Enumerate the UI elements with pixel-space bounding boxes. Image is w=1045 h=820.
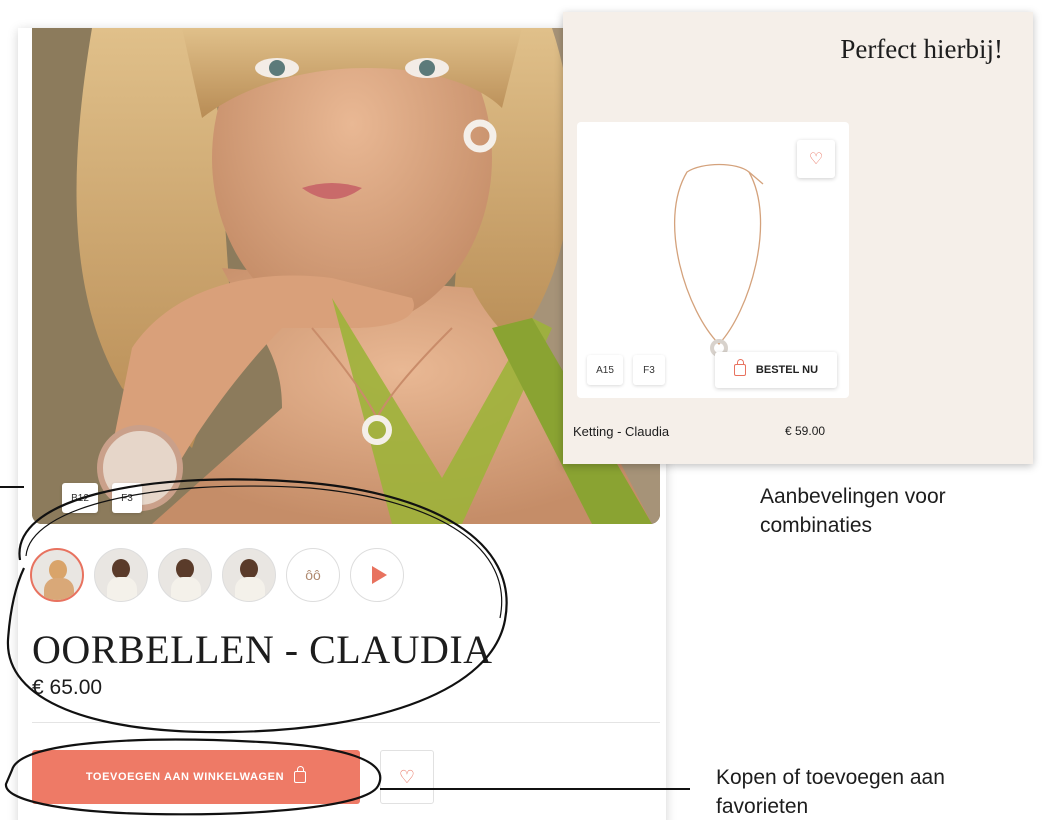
divider	[32, 722, 660, 723]
annotation-combinations: Aanbevelingen voor combinaties	[760, 485, 946, 537]
recommendation-product-price: € 59.00	[785, 424, 826, 438]
earring-icon: ôô	[305, 567, 321, 583]
thumbnail-model-4[interactable]	[222, 548, 276, 602]
thumbnail-model-3[interactable]	[158, 548, 212, 602]
add-to-cart-button[interactable]: TOEVOEGEN AAN WINKELWAGEN	[32, 750, 360, 804]
thumbnail-model-1[interactable]	[30, 548, 84, 602]
heart-icon: ♡	[808, 151, 824, 168]
thumbnail-earrings[interactable]: ôô	[286, 548, 340, 602]
recommendation-heading: Perfect hierbij!	[840, 34, 1003, 64]
play-icon	[371, 566, 387, 584]
product-price: € 65.00	[32, 676, 103, 699]
order-now-label: BESTEL NU	[755, 364, 819, 376]
product-title: OORBELLEN - CLAUDIA	[32, 627, 493, 672]
wishlist-button[interactable]: ♡	[380, 750, 434, 804]
thumbnail-video[interactable]	[350, 548, 404, 602]
location-tag: F3	[633, 355, 665, 385]
thumbnail-model-2[interactable]	[94, 548, 148, 602]
thumbnail-strip: ôô	[30, 548, 404, 602]
recommendation-wishlist-button[interactable]: ♡	[797, 140, 835, 178]
recommendation-product-name[interactable]: Ketting - Claudia	[573, 424, 669, 439]
add-to-cart-label: TOEVOEGEN AAN WINKELWAGEN	[85, 771, 285, 783]
location-tag: B12	[62, 483, 98, 513]
location-tag: F3	[112, 483, 142, 513]
location-tag: A15	[587, 355, 623, 385]
heart-icon: ♡	[398, 766, 416, 787]
shopping-bag-icon	[294, 766, 307, 783]
shopping-bag-icon	[733, 359, 746, 376]
order-now-button[interactable]: BESTEL NU	[715, 352, 837, 388]
recommendation-panel: Perfect hierbij! ♡ A15 F3 BESTEL NU Kett…	[563, 12, 1033, 464]
annotation-buy-or-wishlist: Kopen of toevoegen aan favorieten	[716, 766, 945, 818]
